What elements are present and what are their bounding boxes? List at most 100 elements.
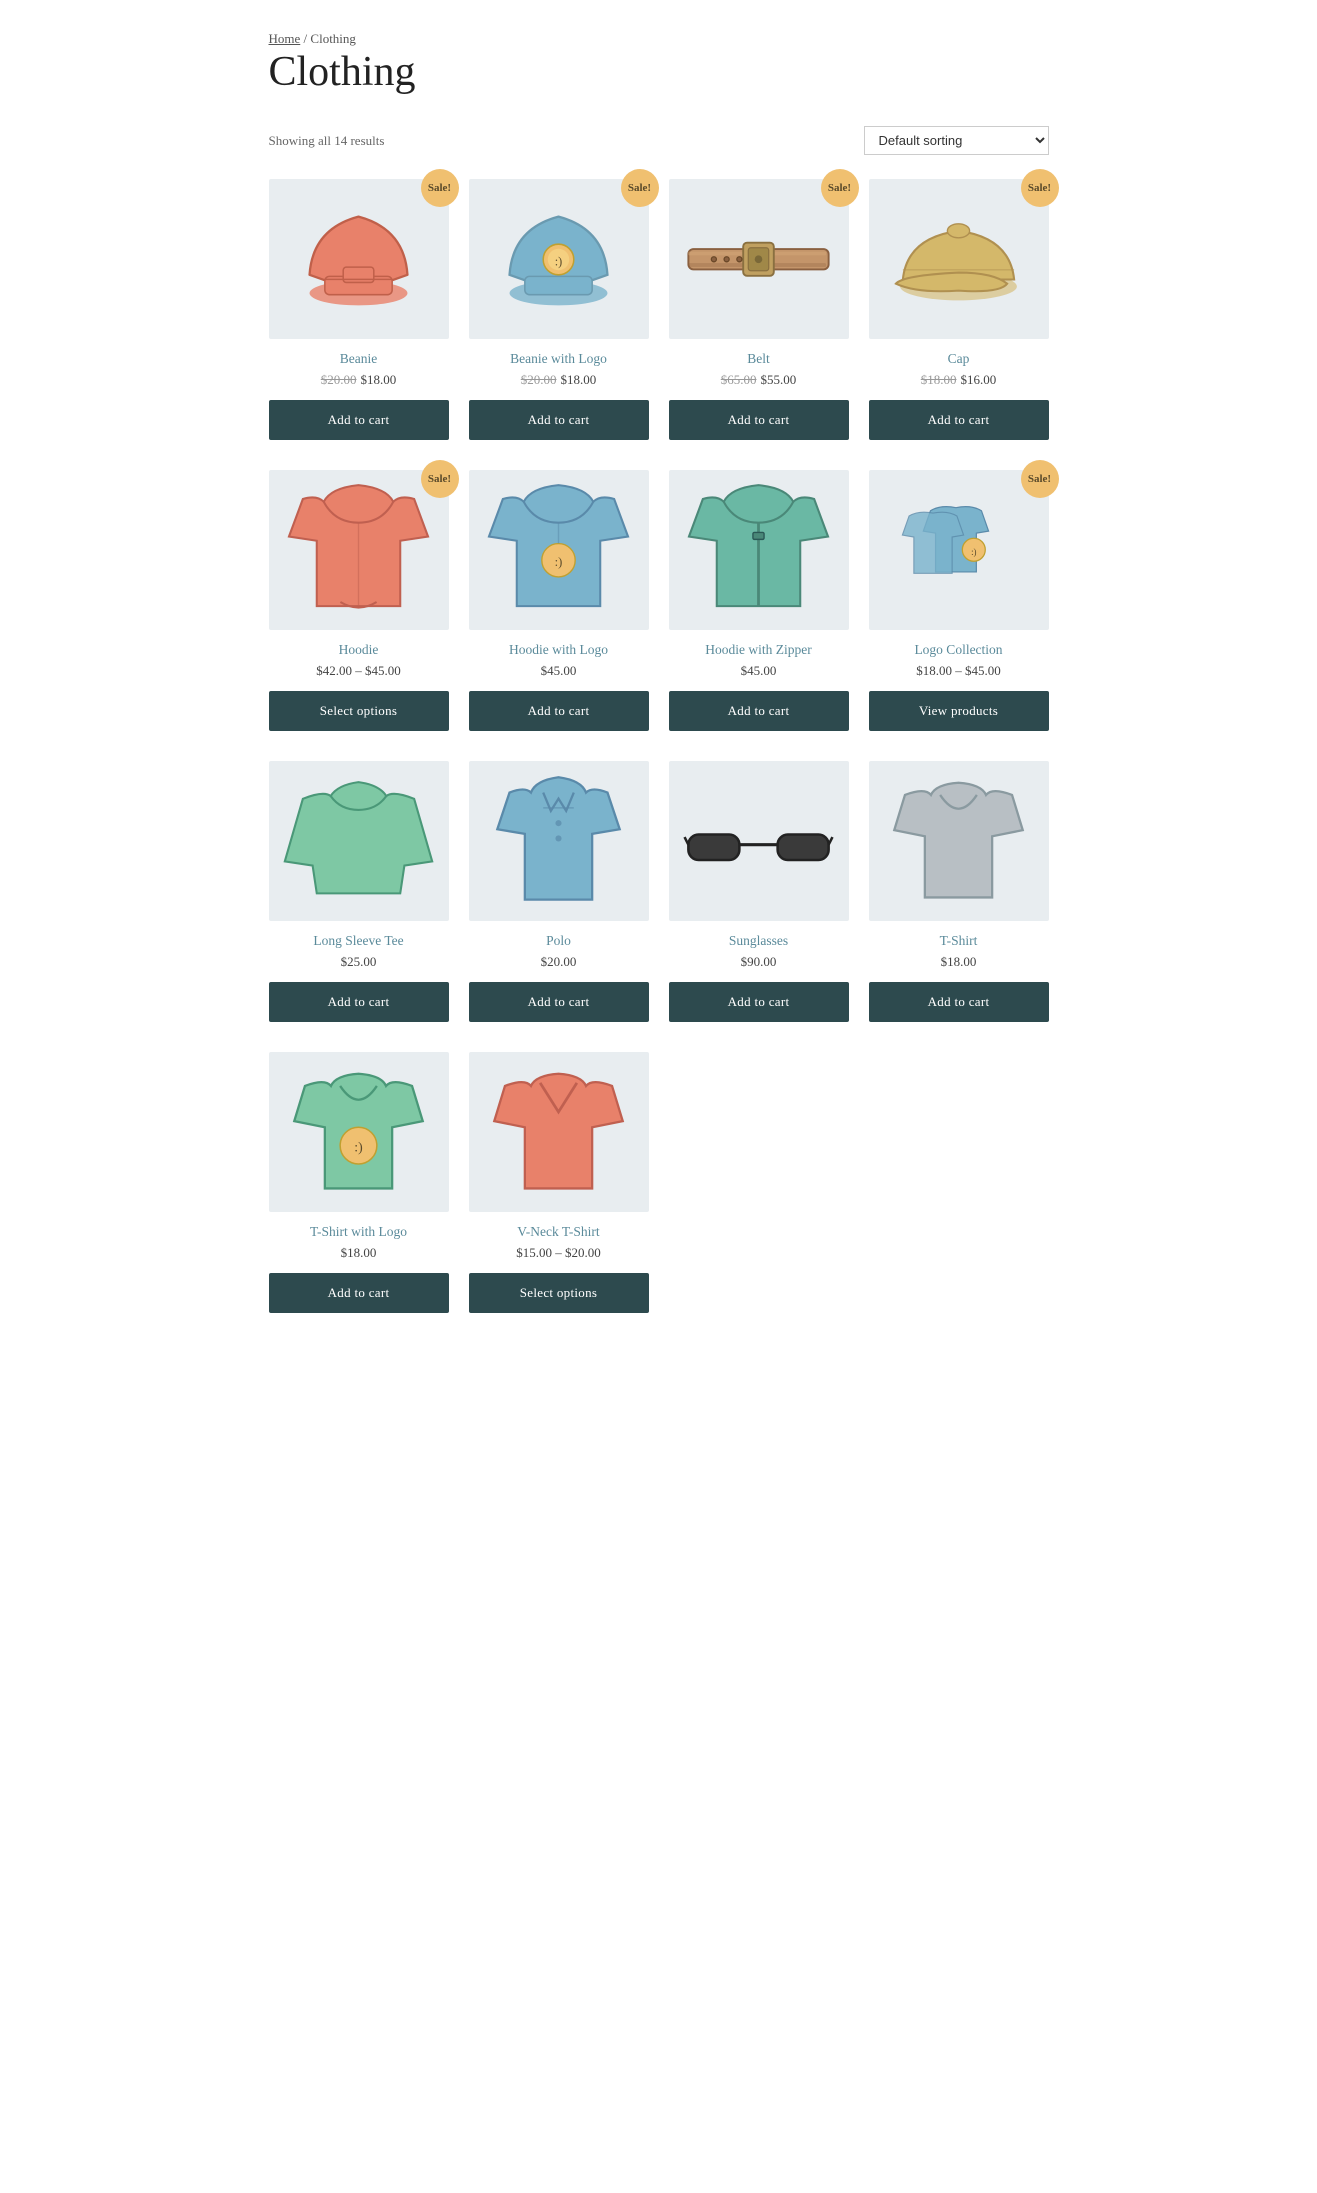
product-price-original: $20.00: [321, 372, 357, 387]
product-price-wrap: $20.00: [541, 954, 577, 970]
product-btn-sunglasses[interactable]: Add to cart: [669, 982, 849, 1022]
product-price: $18.00: [941, 954, 977, 969]
product-btn-hoodie-with-logo[interactable]: Add to cart: [469, 691, 649, 731]
product-image-beanie-with-logo: :): [482, 189, 635, 329]
product-image-sunglasses: [682, 771, 835, 911]
product-price-sale: $18.00: [561, 372, 597, 387]
product-image-wrap: [669, 470, 849, 630]
product-image-beanie: [282, 189, 435, 329]
product-price-original: $20.00: [521, 372, 557, 387]
product-btn-beanie-with-logo[interactable]: Add to cart: [469, 400, 649, 440]
product-name[interactable]: Hoodie with Zipper: [705, 642, 811, 658]
product-name[interactable]: Beanie with Logo: [510, 351, 607, 367]
product-btn-t-shirt-with-logo[interactable]: Add to cart: [269, 1273, 449, 1313]
sale-badge: Sale!: [1021, 460, 1059, 498]
product-price: $25.00: [341, 954, 377, 969]
breadcrumb: Home / Clothing: [269, 30, 1049, 48]
product-image-wrap: Sale!: [269, 179, 449, 339]
breadcrumb-current: Clothing: [310, 31, 356, 46]
product-btn-v-neck-t-shirt[interactable]: Select options: [469, 1273, 649, 1313]
page-title: Clothing: [269, 48, 1049, 96]
product-image-t-shirt: [882, 771, 1035, 911]
product-btn-cap[interactable]: Add to cart: [869, 400, 1049, 440]
toolbar: Showing all 14 results Default sorting S…: [269, 126, 1049, 155]
results-count: Showing all 14 results: [269, 133, 385, 149]
product-price-wrap: $18.00$16.00: [921, 372, 997, 388]
product-image-v-neck-t-shirt: [482, 1062, 635, 1202]
product-image-polo: [482, 771, 635, 911]
product-card-hoodie-with-logo: :) Hoodie with Logo $45.00 Add to cart: [469, 470, 649, 731]
product-price-sale: $55.00: [761, 372, 797, 387]
product-image-wrap: Sale! :): [869, 470, 1049, 630]
product-image-logo-collection: :): [882, 480, 1035, 620]
product-btn-beanie[interactable]: Add to cart: [269, 400, 449, 440]
product-price-wrap: $45.00: [541, 663, 577, 679]
breadcrumb-home[interactable]: Home: [269, 31, 301, 46]
product-image-wrap: [869, 761, 1049, 921]
product-price-wrap: $15.00 – $20.00: [516, 1245, 601, 1261]
product-price-wrap: $18.00: [341, 1245, 377, 1261]
product-card-t-shirt-with-logo: :) T-Shirt with Logo $18.00 Add to cart: [269, 1052, 449, 1313]
product-btn-long-sleeve-tee[interactable]: Add to cart: [269, 982, 449, 1022]
sale-badge: Sale!: [1021, 169, 1059, 207]
product-name[interactable]: T-Shirt with Logo: [310, 1224, 407, 1240]
product-image-cap: [882, 189, 1035, 329]
product-price-wrap: $42.00 – $45.00: [316, 663, 401, 679]
product-name[interactable]: Cap: [948, 351, 970, 367]
product-card-beanie: Sale! Beanie $20.00 $18.00 Add to cart: [269, 179, 449, 440]
product-price: $45.00: [541, 663, 577, 678]
product-image-wrap: Sale!: [669, 179, 849, 339]
product-btn-hoodie-with-zipper[interactable]: Add to cart: [669, 691, 849, 731]
product-image-hoodie: [282, 480, 435, 620]
product-name[interactable]: Polo: [546, 933, 571, 949]
product-btn-t-shirt[interactable]: Add to cart: [869, 982, 1049, 1022]
product-btn-logo-collection[interactable]: View products: [869, 691, 1049, 731]
sale-badge: Sale!: [421, 169, 459, 207]
product-image-wrap: Sale! :): [469, 179, 649, 339]
product-price-sale: $18.00: [361, 372, 397, 387]
product-price-wrap: $20.00 $18.00: [321, 372, 397, 388]
product-price-wrap: $65.00$55.00: [721, 372, 797, 388]
product-price-wrap: $90.00: [741, 954, 777, 970]
product-name[interactable]: Beanie: [340, 351, 377, 367]
product-price-wrap: $25.00: [341, 954, 377, 970]
product-name[interactable]: T-Shirt: [940, 933, 978, 949]
product-name[interactable]: Logo Collection: [914, 642, 1002, 658]
product-btn-polo[interactable]: Add to cart: [469, 982, 649, 1022]
product-name[interactable]: Hoodie with Logo: [509, 642, 608, 658]
product-image-hoodie-with-logo: :): [482, 480, 635, 620]
product-image-belt: [682, 189, 835, 329]
product-name[interactable]: Hoodie: [339, 642, 379, 658]
svg-text::): :): [555, 254, 562, 268]
product-card-t-shirt: T-Shirt $18.00 Add to cart: [869, 761, 1049, 1022]
product-card-cap: Sale! Cap $18.00$16.00 Add to cart: [869, 179, 1049, 440]
product-card-sunglasses: Sunglasses $90.00 Add to cart: [669, 761, 849, 1022]
sale-badge: Sale!: [621, 169, 659, 207]
product-card-v-neck-t-shirt: V-Neck T-Shirt $15.00 – $20.00 Select op…: [469, 1052, 649, 1313]
sale-badge: Sale!: [821, 169, 859, 207]
product-card-logo-collection: Sale! :) Logo Collection $18.00 – $45.00…: [869, 470, 1049, 731]
product-btn-belt[interactable]: Add to cart: [669, 400, 849, 440]
product-card-long-sleeve-tee: Long Sleeve Tee $25.00 Add to cart: [269, 761, 449, 1022]
product-name[interactable]: V-Neck T-Shirt: [517, 1224, 599, 1240]
product-price-wrap: $20.00 $18.00: [521, 372, 597, 388]
product-card-hoodie-with-zipper: Hoodie with Zipper $45.00 Add to cart: [669, 470, 849, 731]
product-price: $90.00: [741, 954, 777, 969]
product-image-wrap: [669, 761, 849, 921]
product-price-range: $15.00 – $20.00: [516, 1245, 601, 1260]
sort-select[interactable]: Default sorting Sort by popularity Sort …: [864, 126, 1049, 155]
product-image-wrap: [469, 761, 649, 921]
product-price-wrap: $18.00 – $45.00: [916, 663, 1001, 679]
product-image-wrap: Sale!: [269, 470, 449, 630]
svg-text::): :): [354, 1140, 362, 1156]
product-name[interactable]: Sunglasses: [729, 933, 788, 949]
product-card-beanie-with-logo: Sale! :) Beanie with Logo $20.00 $18.00 A…: [469, 179, 649, 440]
svg-text::): :): [555, 554, 563, 568]
product-image-wrap: [469, 1052, 649, 1212]
product-name[interactable]: Belt: [747, 351, 770, 367]
product-price: $18.00: [341, 1245, 377, 1260]
sale-badge: Sale!: [421, 460, 459, 498]
product-price-wrap: $45.00: [741, 663, 777, 679]
product-name[interactable]: Long Sleeve Tee: [313, 933, 403, 949]
product-btn-hoodie[interactable]: Select options: [269, 691, 449, 731]
